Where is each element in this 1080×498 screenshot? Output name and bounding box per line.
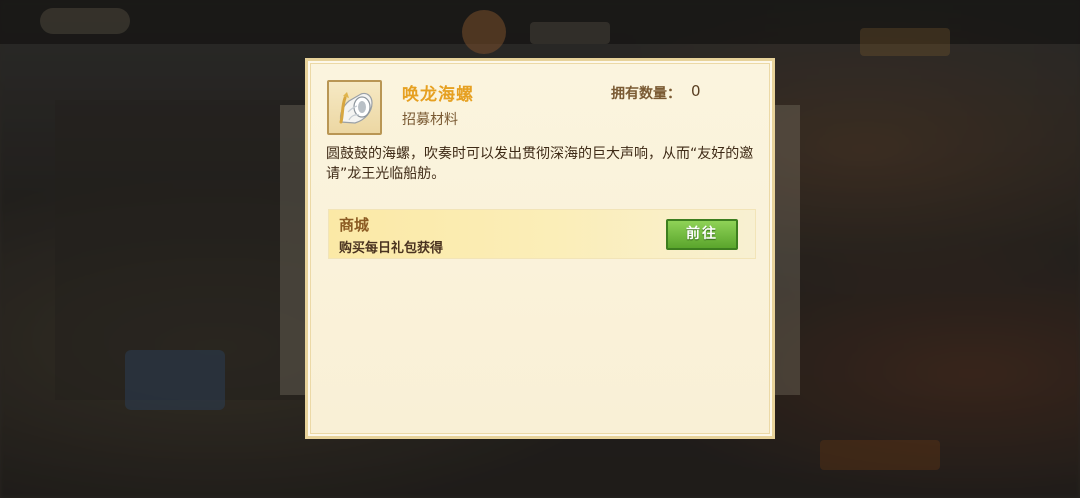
go-button[interactable]: 前往: [666, 219, 738, 250]
item-name: 唤龙海螺: [402, 85, 474, 105]
owned-count: 0: [691, 82, 701, 100]
item-icon-frame: [327, 80, 382, 135]
source-description: 购买每日礼包获得: [339, 241, 444, 256]
item-type: 招募材料: [402, 112, 458, 128]
item-info-dialog: 唤龙海螺 招募材料 拥有数量： 0 圆鼓鼓的海螺，吹奏时可以发出贯彻深海的巨大声…: [305, 58, 775, 439]
owned-label: 拥有数量：: [611, 86, 681, 102]
game-screen: 唤龙海螺 招募材料 拥有数量： 0 圆鼓鼓的海螺，吹奏时可以发出贯彻深海的巨大声…: [0, 0, 1080, 498]
source-row-shop: 商城 购买每日礼包获得 前往: [328, 209, 756, 259]
conch-shell-icon: [339, 92, 373, 124]
item-description: 圆鼓鼓的海螺，吹奏时可以发出贯彻深海的巨大声响，从而“友好的邀请”龙王光临船舫。: [326, 146, 754, 182]
source-title: 商城: [339, 216, 370, 234]
